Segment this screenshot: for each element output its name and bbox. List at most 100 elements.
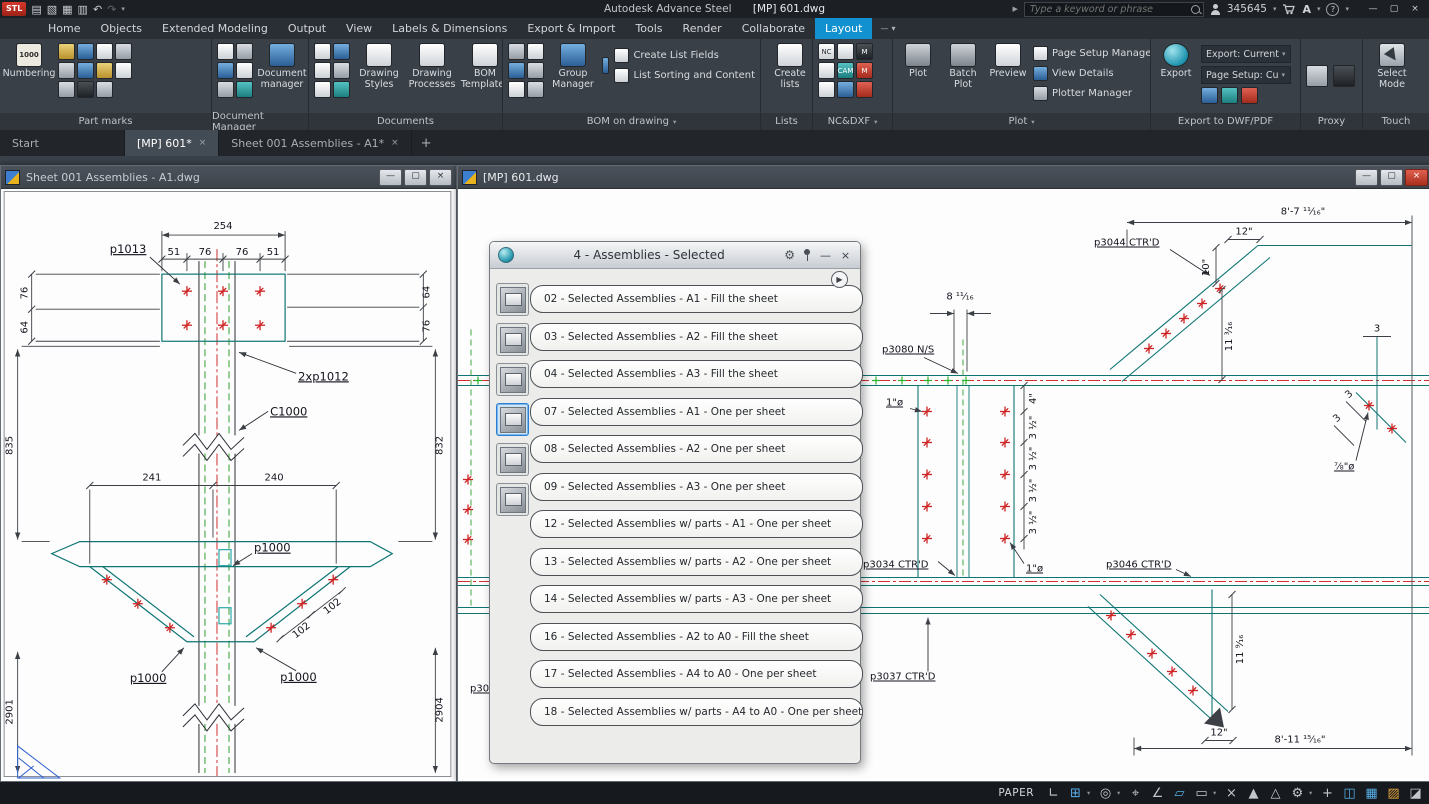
ncdxf-tool-icon[interactable] xyxy=(837,81,854,98)
redo-icon[interactable]: ↷ xyxy=(107,3,116,16)
bom-tool-icon[interactable] xyxy=(508,43,525,60)
graphics-performance-icon[interactable]: ▨ xyxy=(1383,786,1404,801)
palette-item[interactable]: 12 - Selected Assemblies w/ parts - A1 -… xyxy=(530,510,863,538)
page-setup-manager-button[interactable]: Page Setup Manager xyxy=(1033,45,1151,62)
palette-collapse-icon[interactable]: — xyxy=(819,249,832,262)
tab-layout[interactable]: Layout xyxy=(815,18,872,39)
export-tool-icon[interactable] xyxy=(1241,87,1258,104)
documents-tool-icon[interactable] xyxy=(314,81,331,98)
tab-tools[interactable]: Tools xyxy=(625,18,672,39)
bom-tool-icon[interactable] xyxy=(527,43,544,60)
palette-item[interactable]: 18 - Selected Assemblies w/ parts - A4 t… xyxy=(530,698,863,726)
nc-m-icon[interactable]: M xyxy=(856,43,873,60)
bom-select-icon[interactable] xyxy=(602,57,609,74)
pin-icon[interactable] xyxy=(802,248,812,262)
search-icon[interactable] xyxy=(1191,5,1200,14)
palette-item[interactable]: 09 - Selected Assemblies - A3 - One per … xyxy=(530,473,863,501)
select-mode-button[interactable]: Select Mode xyxy=(1368,43,1416,90)
window-minimize-button[interactable]: — xyxy=(1355,169,1378,186)
palette-item[interactable]: 14 - Selected Assemblies w/ parts - A3 -… xyxy=(530,585,863,613)
apps-dropdown-icon[interactable]: ▾ xyxy=(1317,5,1321,13)
drawing-processes-button[interactable]: Drawing Processes xyxy=(408,43,456,90)
bom-tool-icon[interactable] xyxy=(508,62,525,79)
export-button[interactable]: Export xyxy=(1156,43,1196,80)
tab-render[interactable]: Render xyxy=(673,18,732,39)
proxy-tool-icon[interactable] xyxy=(1306,65,1328,87)
grid-display-icon[interactable]: ⊞ xyxy=(1065,786,1086,801)
paper-space-button[interactable]: PAPER xyxy=(998,787,1034,799)
palette-close-icon[interactable]: × xyxy=(839,249,852,262)
object-snap-dropdown-icon[interactable]: ▾ xyxy=(1213,789,1220,797)
ncdxf-tool-icon[interactable] xyxy=(818,62,835,79)
window-sheet-001-titlebar[interactable]: Sheet 001 Assemblies - A1.dwg — ▢ × xyxy=(1,166,456,189)
numbering-button[interactable]: 1000 Numbering xyxy=(5,43,53,80)
part-marks-tool-icon[interactable] xyxy=(96,62,113,79)
page-setup-dropdown[interactable]: Page Setup: Cu ▾ xyxy=(1201,66,1291,84)
window-sheet-001[interactable]: Sheet 001 Assemblies - A1.dwg — ▢ × xyxy=(0,165,457,782)
quick-properties-icon[interactable]: ◫ xyxy=(1339,786,1360,801)
part-marks-tool-icon[interactable] xyxy=(58,81,75,98)
palette-item[interactable]: 04 - Selected Assemblies - A3 - Fill the… xyxy=(530,360,863,388)
doc-tool-icon[interactable] xyxy=(236,43,253,60)
documents-tool-icon[interactable] xyxy=(314,43,331,60)
panel-label-proxy[interactable]: Proxy xyxy=(1301,113,1362,130)
tab-export-import[interactable]: Export & Import xyxy=(517,18,625,39)
search-input[interactable] xyxy=(1028,3,1191,16)
palette-item[interactable]: 17 - Selected Assemblies - A4 to A0 - On… xyxy=(530,660,863,688)
palette-item[interactable]: 13 - Selected Assemblies w/ parts - A2 -… xyxy=(530,548,863,576)
minimize-button[interactable]: — xyxy=(1363,4,1383,14)
account-id[interactable]: 345645 xyxy=(1227,3,1267,15)
panel-label-document-manager[interactable]: Document Manager xyxy=(212,113,308,130)
infocenter-arrow-icon[interactable]: ▶ xyxy=(1012,5,1017,13)
workspace-dropdown-icon[interactable]: ▾ xyxy=(1309,789,1316,797)
account-dropdown-icon[interactable]: ▾ xyxy=(1273,5,1277,13)
export-tool-icon[interactable] xyxy=(1221,87,1238,104)
snap-mode-icon[interactable]: ◎ xyxy=(1095,786,1116,801)
doc-tool-icon[interactable] xyxy=(217,43,234,60)
tab-mp-601-close-icon[interactable]: × xyxy=(199,138,207,148)
palette-item[interactable]: 03 - Selected Assemblies - A2 - Fill the… xyxy=(530,323,863,351)
close-button[interactable]: × xyxy=(1405,4,1425,14)
doc-tool-icon[interactable] xyxy=(236,62,253,79)
plot-icon[interactable]: ▥ xyxy=(78,3,88,16)
ncdxf-tool-icon[interactable] xyxy=(818,81,835,98)
ribbon-display-toggle[interactable]: — ▾ xyxy=(872,18,903,39)
new-file-icon[interactable]: ▤ xyxy=(31,3,41,16)
export-tool-icon[interactable] xyxy=(1201,87,1218,104)
part-marks-tool-icon[interactable] xyxy=(77,81,94,98)
proxy-tool-icon[interactable] xyxy=(1333,65,1355,87)
doc-tool-icon[interactable] xyxy=(217,81,234,98)
a1-drawing[interactable]: 254 51 76 76 51 76 64 64 76 xyxy=(1,189,454,779)
tab-objects[interactable]: Objects xyxy=(90,18,152,39)
group-manager-button[interactable]: Group Manager xyxy=(549,43,597,90)
part-marks-tool-icon[interactable] xyxy=(58,62,75,79)
drawing-styles-palette[interactable]: 4 - Assemblies - Selected ⚙ — × ▶ xyxy=(489,241,861,764)
batch-plot-button[interactable]: Batch Plot xyxy=(943,43,983,90)
annotation-monitor-icon[interactable]: + xyxy=(1317,786,1338,801)
panel-label-lists[interactable]: Lists xyxy=(761,113,812,130)
part-marks-tool-icon[interactable] xyxy=(77,43,94,60)
help-dropdown-icon[interactable]: ▾ xyxy=(1345,5,1349,13)
sheet-001-canvas[interactable]: 254 51 76 76 51 76 64 64 76 xyxy=(1,189,456,779)
clean-screen-icon[interactable]: ◪ xyxy=(1405,786,1426,801)
bom-tool-icon[interactable] xyxy=(527,81,544,98)
window-restore-button[interactable]: ▢ xyxy=(404,169,427,186)
search-box[interactable] xyxy=(1024,2,1204,17)
palette-header[interactable]: 4 - Assemblies - Selected ⚙ — × xyxy=(490,242,860,269)
ncdxf-tool-icon[interactable] xyxy=(856,81,873,98)
part-marks-tool-icon[interactable] xyxy=(58,43,75,60)
panel-label-ncdxf[interactable]: NC&DXF ▾ xyxy=(813,113,892,130)
panel-label-documents[interactable]: Documents xyxy=(309,113,502,130)
tab-view[interactable]: View xyxy=(336,18,382,39)
drawing-styles-button[interactable]: Drawing Styles xyxy=(355,43,403,90)
tab-sheet-001[interactable]: Sheet 001 Assemblies - A1* × xyxy=(219,130,411,156)
annotation-visibility-icon[interactable]: × xyxy=(1221,786,1242,801)
doc-tool-icon[interactable] xyxy=(236,81,253,98)
plotter-manager-button[interactable]: Plotter Manager xyxy=(1033,85,1151,102)
open-file-icon[interactable]: ▧ xyxy=(47,3,57,16)
app-logo[interactable]: STL xyxy=(2,2,26,16)
drawing-style-thumbnail[interactable] xyxy=(496,323,529,356)
part-marks-tool-icon[interactable] xyxy=(96,43,113,60)
part-marks-tool-icon[interactable] xyxy=(115,43,132,60)
tab-mp-601[interactable]: [MP] 601* × xyxy=(125,130,219,156)
